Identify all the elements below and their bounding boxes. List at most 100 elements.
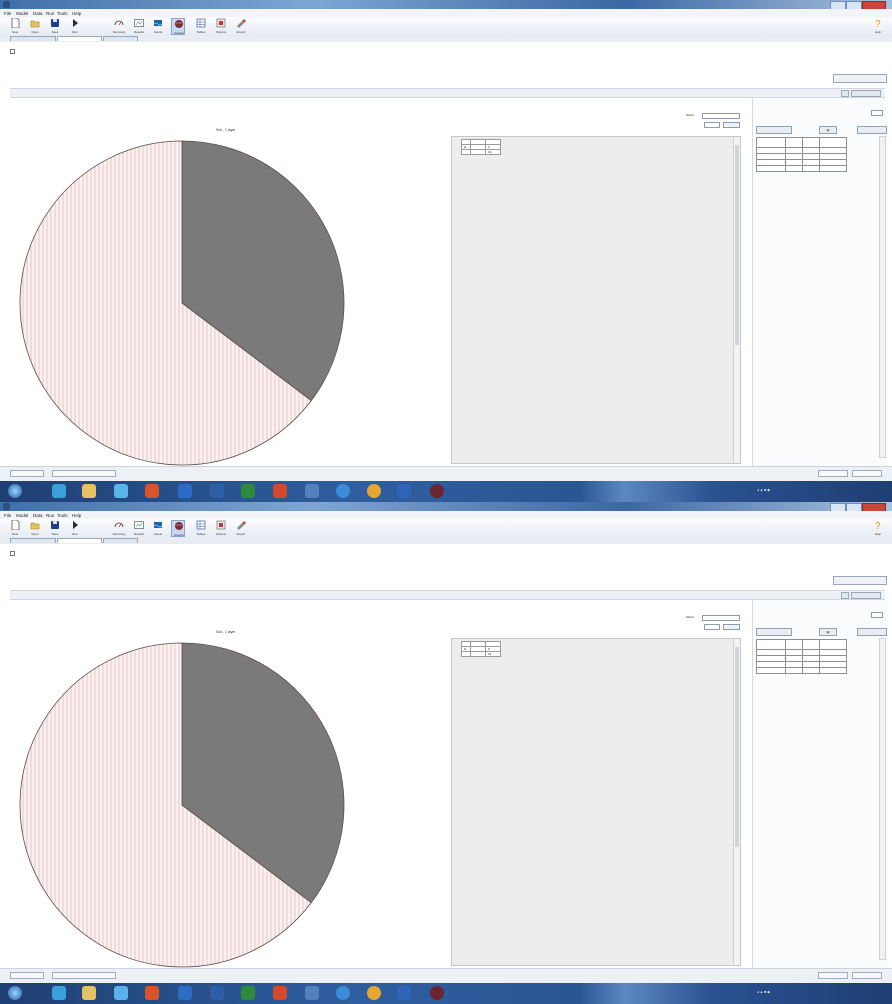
export-button[interactable]: Export bbox=[234, 18, 248, 35]
excel-icon[interactable] bbox=[241, 484, 255, 498]
menu-data[interactable]: Data bbox=[33, 11, 43, 16]
side-panel-field[interactable] bbox=[871, 110, 883, 116]
print-button[interactable]: ▤ bbox=[819, 126, 837, 134]
app-icon-taskbar[interactable] bbox=[397, 484, 411, 498]
powerpoint-icon[interactable] bbox=[273, 484, 287, 498]
outlook-icon[interactable] bbox=[178, 986, 192, 1000]
menu-help[interactable]: Help bbox=[72, 513, 81, 518]
options-button[interactable]: Options bbox=[214, 18, 228, 35]
grid-scrollbar-thumb[interactable] bbox=[735, 647, 739, 847]
save-button[interactable]: Save bbox=[48, 520, 62, 537]
side-panel-button-2[interactable] bbox=[857, 628, 887, 636]
ie2-icon[interactable] bbox=[114, 484, 128, 498]
start-orb-icon[interactable] bbox=[8, 484, 22, 498]
tab-3[interactable] bbox=[103, 538, 138, 543]
open-button[interactable]: Open bbox=[28, 520, 42, 537]
export-button[interactable]: Export bbox=[234, 520, 248, 537]
summary-button[interactable]: Summary bbox=[112, 18, 126, 35]
app2-icon[interactable] bbox=[430, 986, 444, 1000]
menu-model[interactable]: Model bbox=[16, 11, 28, 16]
option-checkbox[interactable] bbox=[10, 551, 15, 556]
onenote-icon[interactable] bbox=[305, 484, 319, 498]
status-middle[interactable] bbox=[52, 972, 116, 979]
onenote-icon[interactable] bbox=[305, 986, 319, 1000]
new-button[interactable]: New bbox=[8, 18, 22, 35]
print-button[interactable]: ▤ bbox=[819, 628, 837, 636]
option-checkbox-row[interactable] bbox=[10, 49, 17, 54]
run-button[interactable]: Run bbox=[68, 18, 82, 35]
side-panel-scrollbar[interactable] bbox=[879, 638, 886, 960]
ie2-icon[interactable] bbox=[114, 986, 128, 1000]
apply-button[interactable] bbox=[723, 624, 740, 630]
tab-2[interactable] bbox=[57, 36, 102, 41]
option-checkbox-row[interactable] bbox=[10, 551, 17, 556]
status-middle[interactable] bbox=[52, 470, 116, 477]
system-tray[interactable]: ◂ ▲ ■ ◆ bbox=[757, 488, 770, 492]
menu-run[interactable]: Run bbox=[46, 513, 54, 518]
show-dropdown[interactable] bbox=[702, 615, 740, 621]
load-output-button[interactable] bbox=[833, 74, 887, 83]
strip-icon-button[interactable] bbox=[841, 90, 849, 97]
results-button[interactable]: Results bbox=[132, 18, 146, 35]
summary-button[interactable]: Summary bbox=[112, 520, 126, 537]
menu-help[interactable]: Help bbox=[72, 11, 81, 16]
select-control[interactable] bbox=[704, 624, 720, 630]
word-icon[interactable] bbox=[210, 986, 224, 1000]
graphs-button[interactable]: Graphs bbox=[171, 18, 185, 35]
menu-data[interactable]: Data bbox=[33, 513, 43, 518]
word-icon[interactable] bbox=[210, 484, 224, 498]
tab-1[interactable] bbox=[10, 36, 56, 41]
grid-scrollbar[interactable] bbox=[733, 137, 740, 463]
save-button[interactable]: Save bbox=[48, 18, 62, 35]
tables-button[interactable]: Tables bbox=[194, 18, 208, 35]
app2-icon[interactable] bbox=[430, 484, 444, 498]
powerpoint-icon[interactable] bbox=[273, 986, 287, 1000]
excel-icon[interactable] bbox=[241, 986, 255, 1000]
office-icon[interactable] bbox=[145, 986, 159, 1000]
window-titlebar[interactable] bbox=[0, 502, 892, 512]
media-icon[interactable] bbox=[367, 484, 381, 498]
results-button[interactable]: Results bbox=[132, 520, 146, 537]
explorer-icon[interactable] bbox=[82, 986, 96, 1000]
office-icon[interactable] bbox=[145, 484, 159, 498]
media-icon[interactable] bbox=[367, 986, 381, 1000]
menu-tools[interactable]: Tools bbox=[57, 11, 68, 16]
row-selector[interactable] bbox=[461, 149, 471, 155]
menu-tools[interactable]: Tools bbox=[57, 513, 68, 518]
window-titlebar[interactable] bbox=[0, 0, 892, 10]
options-button[interactable]: Options bbox=[214, 520, 228, 537]
side-panel-field[interactable] bbox=[871, 612, 883, 618]
help-button[interactable]: ? Help bbox=[871, 520, 885, 537]
side-panel-button-2[interactable] bbox=[857, 126, 887, 134]
inputs-button[interactable]: Inputs bbox=[151, 520, 165, 537]
menu-file[interactable]: File bbox=[4, 513, 11, 518]
help-button[interactable]: ? Help bbox=[871, 18, 885, 35]
open-button[interactable]: Open bbox=[28, 18, 42, 35]
apply-button[interactable] bbox=[723, 122, 740, 128]
show-dropdown[interactable] bbox=[702, 113, 740, 119]
app-icon-taskbar[interactable] bbox=[397, 986, 411, 1000]
ie-icon[interactable] bbox=[52, 986, 66, 1000]
system-tray[interactable]: ◂ ▲ ■ ◆ bbox=[757, 990, 770, 994]
inputs-button[interactable]: Inputs bbox=[151, 18, 165, 35]
menu-file[interactable]: File bbox=[4, 11, 11, 16]
outlook-icon[interactable] bbox=[178, 484, 192, 498]
side-panel-button-1[interactable] bbox=[756, 126, 792, 134]
start-orb-icon[interactable] bbox=[8, 986, 22, 1000]
menu-model[interactable]: Model bbox=[16, 513, 28, 518]
tab-1[interactable] bbox=[10, 538, 56, 543]
menu-run[interactable]: Run bbox=[46, 11, 54, 16]
strip-dropdown[interactable] bbox=[851, 592, 881, 599]
side-panel-button-1[interactable] bbox=[756, 628, 792, 636]
strip-dropdown[interactable] bbox=[851, 90, 881, 97]
graphs-button[interactable]: Graphs bbox=[171, 520, 185, 537]
chrome-icon[interactable] bbox=[336, 986, 350, 1000]
tab-2[interactable] bbox=[57, 538, 102, 543]
explorer-icon[interactable] bbox=[82, 484, 96, 498]
strip-icon-button[interactable] bbox=[841, 592, 849, 599]
ie-icon[interactable] bbox=[52, 484, 66, 498]
chrome-icon[interactable] bbox=[336, 484, 350, 498]
tables-button[interactable]: Tables bbox=[194, 520, 208, 537]
option-checkbox[interactable] bbox=[10, 49, 15, 54]
new-button[interactable]: New bbox=[8, 520, 22, 537]
